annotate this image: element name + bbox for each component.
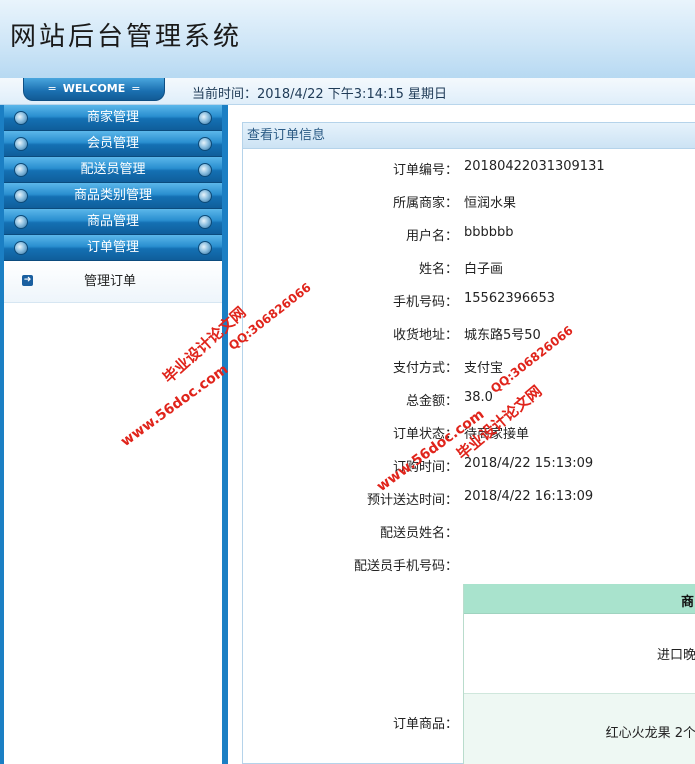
knob-icon (198, 189, 212, 203)
sidebar-item-category[interactable]: 商品类别管理 (4, 183, 222, 209)
knob-icon (14, 111, 28, 125)
field-value: 20180422031309131 (464, 159, 605, 174)
field-label: 用户名： (405, 229, 458, 244)
knob-icon (198, 137, 212, 151)
knob-icon (198, 241, 212, 255)
knob-icon (14, 189, 28, 203)
welcome-bar: = WELCOME = 当前时间：2018/4/22 下午3:14:15 星期日 (0, 78, 695, 105)
arrow-right-icon: ➜ (22, 275, 33, 286)
field-value: 15562396653 (464, 291, 555, 306)
field-label: 预计送达时间： (366, 493, 458, 508)
field-value: 城东路5号50 (464, 328, 541, 343)
goods-cell: 红心火龙果 2个 (605, 726, 695, 741)
goods-table: 商 进口晚 红心火龙果 2个 (463, 584, 695, 764)
field-row: 配送员姓名： (243, 522, 695, 542)
panel-title: 查看订单信息 (243, 123, 695, 149)
sidebar: 商家管理 会员管理 配送员管理 商品类别管理 商品管理 订单管理 ➜ 管理订单 (0, 105, 228, 764)
knob-icon (198, 163, 212, 177)
sidebar-item-merchant[interactable]: 商家管理 (4, 105, 222, 131)
field-value: 恒润水果 (464, 196, 517, 211)
main-content: 查看订单信息 订单编号： 20180422031309131 所属商家： 恒润水… (234, 105, 695, 764)
field-row: 订购时间： 2018/4/22 15:13:09 (243, 456, 695, 476)
goods-cell: 进口晚 (656, 648, 695, 663)
field-label: 手机号码： (392, 295, 458, 310)
welcome-dot-right: = (131, 82, 141, 95)
field-value: 白子画 (464, 262, 504, 277)
knob-icon (14, 163, 28, 177)
sidebar-item-label: 配送员管理 (80, 162, 146, 177)
current-time: 当前时间：2018/4/22 下午3:14:15 星期日 (192, 87, 448, 102)
field-row: 用户名： bbbbbb (243, 225, 695, 245)
sidebar-item-label: 订单管理 (86, 240, 139, 255)
field-row: 预计送达时间： 2018/4/22 16:13:09 (243, 489, 695, 509)
sidebar-item-label: 商家管理 (86, 110, 139, 125)
field-value: 支付宝 (464, 361, 504, 376)
sidebar-item-product[interactable]: 商品管理 (4, 209, 222, 235)
field-label: 姓名： (418, 262, 458, 277)
sidebar-item-member[interactable]: 会员管理 (4, 131, 222, 157)
goods-label: 订单商品： (392, 717, 458, 732)
field-label: 所属商家： (392, 196, 458, 211)
field-row: 配送员手机号码： (243, 555, 695, 575)
app-title: 网站后台管理系统 (10, 22, 243, 52)
field-row: 支付方式： 支付宝 (243, 357, 695, 377)
field-value: 38.0 (464, 390, 493, 405)
field-row: 收货地址： 城东路5号50 (243, 324, 695, 344)
goods-table-header: 商 (464, 584, 695, 614)
field-row: 订单编号： 20180422031309131 (243, 159, 695, 179)
field-label: 订购时间： (392, 460, 458, 475)
knob-icon (14, 215, 28, 229)
field-label: 收货地址： (392, 328, 458, 343)
field-value: bbbbbb (464, 225, 514, 240)
sidebar-item-order[interactable]: 订单管理 (4, 235, 222, 261)
knob-icon (198, 215, 212, 229)
welcome-tab: = WELCOME = (23, 78, 165, 101)
field-value: 2018/4/22 15:13:09 (464, 456, 594, 471)
goods-table-row: 进口晚 (464, 614, 695, 694)
field-label: 订单编号： (392, 163, 458, 178)
field-value: 2018/4/22 16:13:09 (464, 489, 594, 504)
knob-icon (14, 137, 28, 151)
field-label: 支付方式： (392, 361, 458, 376)
goods-header-cell: 商 (680, 595, 694, 610)
goods-table-row: 红心火龙果 2个 (464, 694, 695, 764)
field-label: 总金额： (405, 394, 458, 409)
field-row: 总金额： 38.0 (243, 390, 695, 410)
welcome-dot-left: = (47, 82, 57, 95)
field-label: 订单状态： (392, 427, 458, 442)
submenu-label: 管理订单 (84, 274, 137, 289)
field-label: 配送员姓名： (379, 526, 458, 541)
field-row: 手机号码： 15562396653 (243, 291, 695, 311)
sidebar-item-label: 会员管理 (86, 136, 139, 151)
field-row: 姓名： 白子画 (243, 258, 695, 278)
sidebar-item-label: 商品管理 (86, 214, 139, 229)
order-detail-panel: 查看订单信息 订单编号： 20180422031309131 所属商家： 恒润水… (242, 122, 695, 764)
field-row: 订单状态： 待商家接单 (243, 423, 695, 443)
welcome-label: WELCOME (62, 82, 126, 95)
page-header: 网站后台管理系统 (0, 0, 695, 78)
field-value: 待商家接单 (464, 427, 530, 442)
sidebar-item-label: 商品类别管理 (73, 188, 152, 203)
submenu-manage-orders[interactable]: ➜ 管理订单 (4, 261, 222, 303)
sidebar-item-courier[interactable]: 配送员管理 (4, 157, 222, 183)
field-row: 所属商家： 恒润水果 (243, 192, 695, 212)
knob-icon (14, 241, 28, 255)
field-label: 配送员手机号码： (353, 559, 458, 574)
knob-icon (198, 111, 212, 125)
